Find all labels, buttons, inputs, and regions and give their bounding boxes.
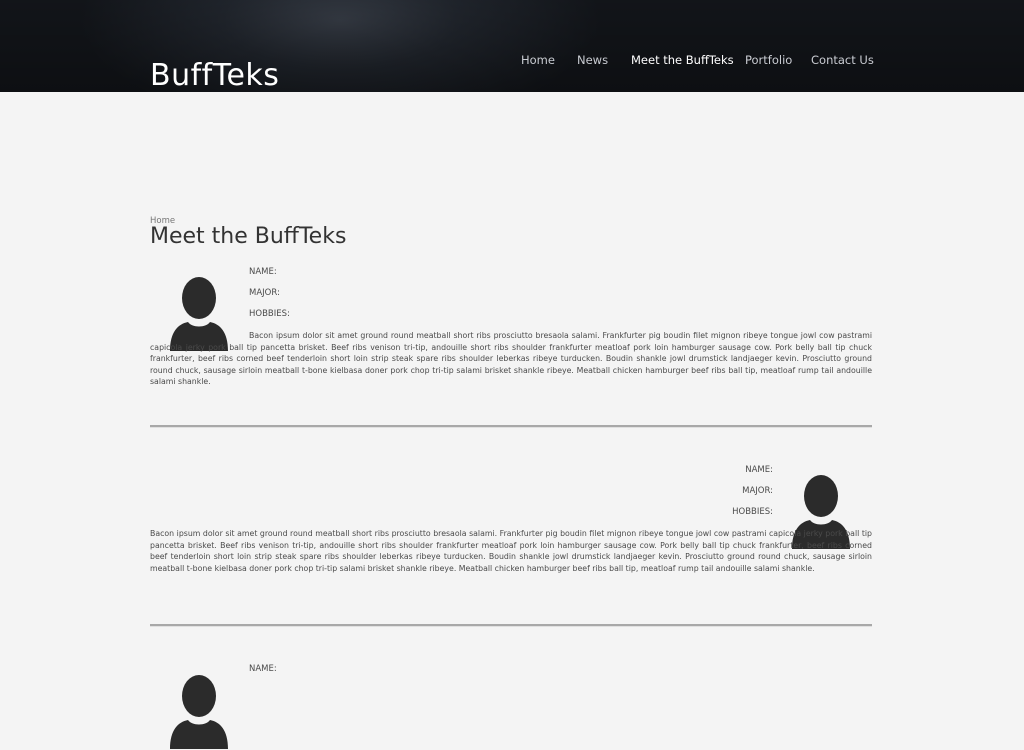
member-hobbies-label: HOBBIES: bbox=[249, 309, 290, 319]
nav-contact-us[interactable]: Contact Us bbox=[811, 53, 874, 67]
nav-news[interactable]: News bbox=[577, 53, 608, 67]
member-hobbies-label: HOBBIES: bbox=[732, 507, 773, 517]
member-major-label: MAJOR: bbox=[742, 486, 773, 496]
page-title: Meet the BuffTeks bbox=[150, 224, 347, 249]
member-major-label: MAJOR: bbox=[249, 288, 280, 298]
avatar-icon bbox=[170, 675, 228, 749]
section-divider bbox=[150, 624, 872, 627]
site-header: BuffTeks Home News Meet the BuffTeks Por… bbox=[0, 0, 1024, 94]
member-name-label: NAME: bbox=[249, 267, 277, 277]
member-name-label: NAME: bbox=[249, 664, 277, 674]
section-divider bbox=[150, 425, 872, 428]
member-bio: Bacon ipsum dolor sit amet ground round … bbox=[150, 529, 872, 573]
site-logo[interactable]: BuffTeks bbox=[150, 58, 279, 94]
nav-home[interactable]: Home bbox=[521, 53, 555, 67]
member-bio: Bacon ipsum dolor sit amet ground round … bbox=[150, 331, 872, 386]
member-name-label: NAME: bbox=[745, 465, 773, 475]
nav-meet-the-buffteks[interactable]: Meet the BuffTeks bbox=[631, 53, 734, 67]
nav-portfolio[interactable]: Portfolio bbox=[745, 53, 792, 67]
